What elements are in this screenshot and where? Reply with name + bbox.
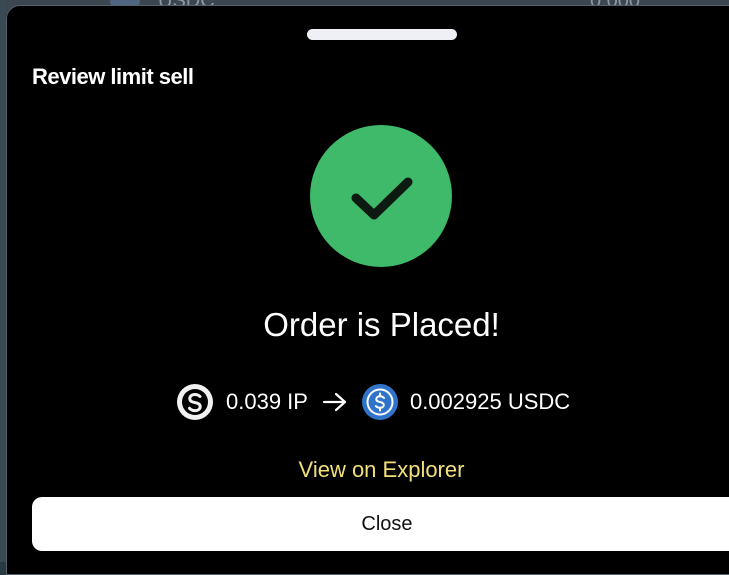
ip-token-icon <box>177 384 213 420</box>
order-result-sheet: Review limit sell Order is Placed! 0.039… <box>6 5 729 575</box>
success-checkmark-icon <box>310 125 452 267</box>
to-amount: 0.002925 USDC <box>409 389 571 414</box>
close-button[interactable]: Close <box>32 497 729 551</box>
usdc-token-icon <box>361 384 398 420</box>
view-on-explorer-link[interactable]: View on Explorer <box>7 457 729 483</box>
from-amount: 0.039 IP <box>226 389 308 414</box>
swap-summary: 0.039 IP 0.002925 USDC <box>177 384 570 420</box>
sheet-drag-handle[interactable] <box>307 29 457 40</box>
order-status-headline: Order is Placed! <box>263 306 500 343</box>
arrow-right-icon <box>322 391 348 413</box>
sheet-title: Review limit sell <box>32 64 194 89</box>
